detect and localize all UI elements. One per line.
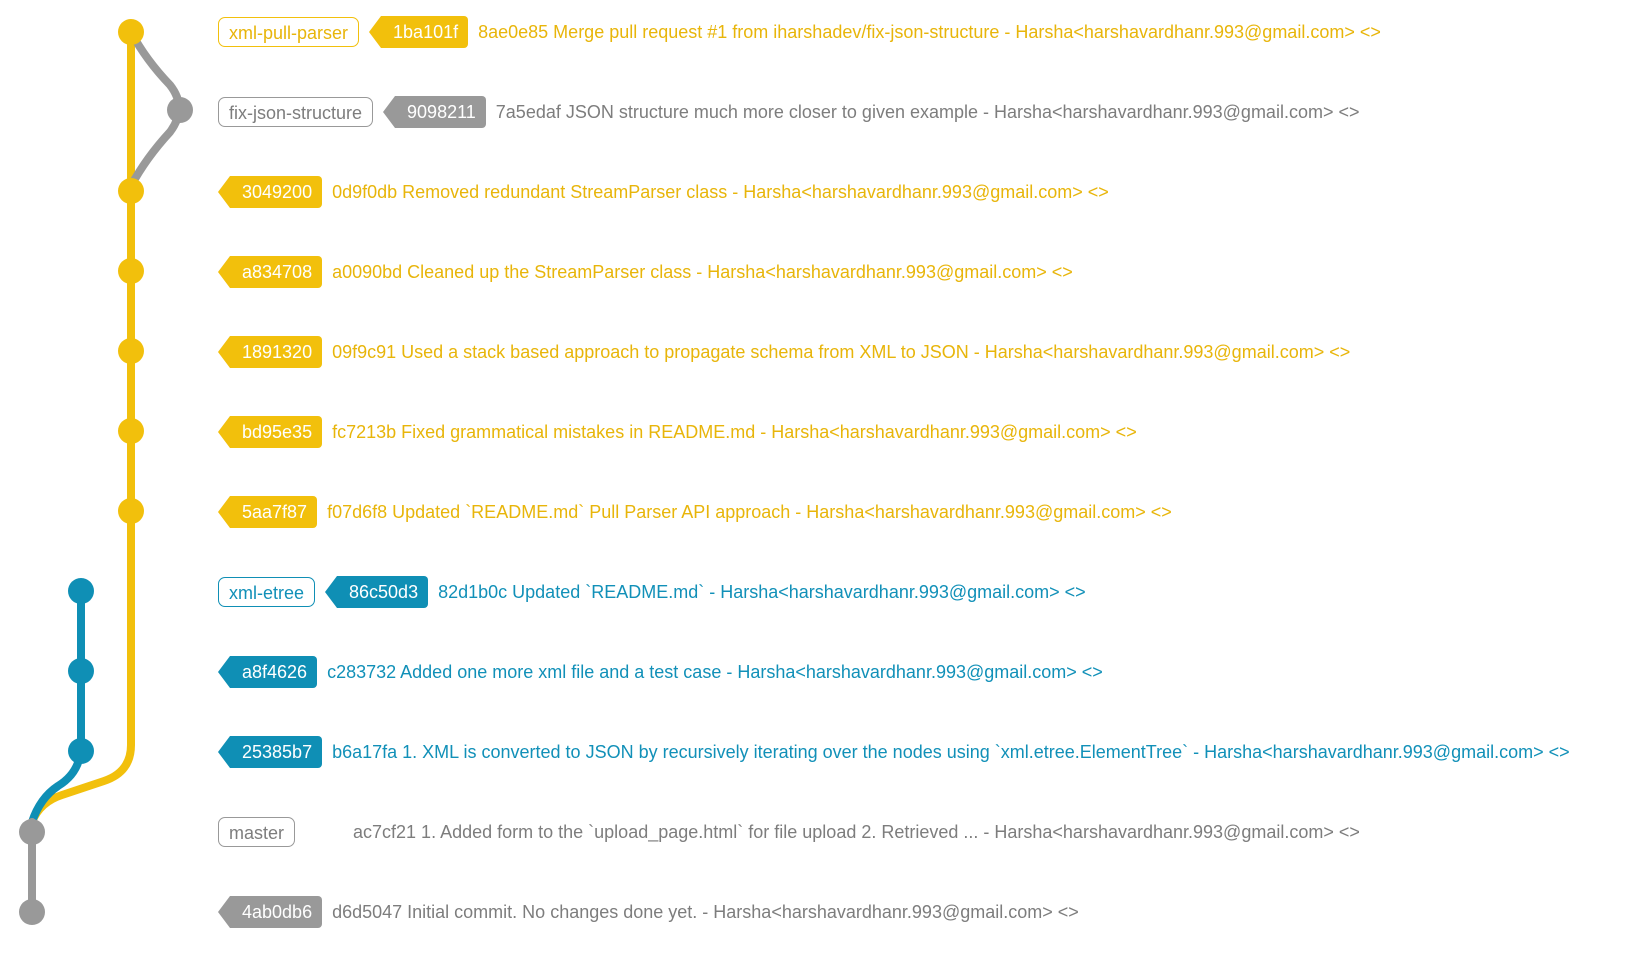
commit-node[interactable] — [118, 418, 144, 444]
commit-node[interactable] — [68, 738, 94, 764]
commit-hash-tag[interactable]: 5aa7f87 — [217, 496, 318, 528]
branch-line-xml-etree — [28, 584, 85, 826]
commit-message: ac7cf21 1. Added form to the `upload_pag… — [353, 821, 1360, 842]
commit-row[interactable]: 4ab0db6 d6d5047 Initial commit. No change… — [217, 895, 1079, 929]
commit-row[interactable]: xml-etree 86c50d3 82d1b0c Updated `README.… — [218, 575, 1086, 609]
branch-label[interactable]: xml-pull-parser — [218, 17, 360, 47]
commit-message: 82d1b0c Updated `README.md` - Harsha<har… — [438, 581, 1086, 602]
commit-message: 8ae0e85 Merge pull request #1 from ihars… — [478, 21, 1381, 42]
commit-hash-tag[interactable]: a834708 — [217, 256, 323, 288]
commit-row[interactable]: 1891320 09f9c91 Used a stack based approa… — [217, 335, 1351, 369]
commit-node[interactable] — [167, 97, 193, 123]
branch-label[interactable]: master — [218, 817, 296, 847]
commit-row[interactable]: a8f4626 c283732 Added one more xml file a… — [217, 655, 1103, 689]
commit-node[interactable] — [118, 258, 144, 284]
commit-message: d6d5047 Initial commit. No changes done … — [332, 901, 1079, 922]
commit-hash-tag[interactable]: 25385b7 — [217, 736, 323, 768]
commit-message: b6a17fa 1. XML is converted to JSON by r… — [332, 741, 1570, 762]
commit-message: 09f9c91 Used a stack based approach to p… — [332, 341, 1351, 362]
commit-hash-tag[interactable]: bd95e35 — [217, 416, 323, 448]
commit-row[interactable]: 25385b7 b6a17fa 1. XML is converted to JS… — [217, 735, 1570, 769]
commit-graph — [19, 19, 193, 925]
commit-row[interactable]: bd95e35 fc7213b Fixed grammatical mistake… — [217, 415, 1137, 449]
commit-node[interactable] — [68, 658, 94, 684]
commit-hash-tag[interactable]: a8f4626 — [217, 656, 318, 688]
commit-row[interactable]: a834708 a0090bd Cleaned up the StreamPars… — [217, 255, 1073, 289]
commit-node[interactable] — [19, 899, 45, 925]
commit-node[interactable] — [118, 338, 144, 364]
commit-message: fc7213b Fixed grammatical mistakes in RE… — [332, 421, 1137, 442]
commit-hash-tag[interactable]: 1891320 — [217, 336, 323, 368]
commit-node[interactable] — [118, 178, 144, 204]
commit-row[interactable]: fix-json-structure 9098211 7a5edaf JSON st… — [218, 95, 1359, 129]
commit-row[interactable]: 3049200 0d9f0db Removed redundant StreamP… — [217, 175, 1109, 209]
commit-message: c283732 Added one more xml file and a te… — [327, 661, 1103, 682]
commit-message: f07d6f8 Updated `README.md` Pull Parser … — [327, 501, 1172, 522]
commit-hash-tag[interactable]: 86c50d3 — [325, 576, 429, 608]
commit-message: a0090bd Cleaned up the StreamParser clas… — [332, 261, 1073, 282]
commit-node[interactable] — [19, 819, 45, 845]
branch-label[interactable]: fix-json-structure — [218, 97, 374, 127]
commit-hash-tag[interactable]: 9098211 — [383, 96, 486, 128]
commit-row[interactable]: xml-pull-parser 1ba101f 8ae0e85 Merge pull… — [218, 15, 1381, 49]
commit-hash-tag[interactable]: 1ba101f — [369, 16, 469, 48]
commit-row[interactable]: 5aa7f87 f07d6f8 Updated `README.md` Pull … — [217, 495, 1172, 529]
commit-row[interactable]: master ac7cf21 1. Added form to the `uplo… — [218, 815, 1360, 849]
commit-hash-tag[interactable]: 4ab0db6 — [217, 896, 323, 928]
commit-hash-tag[interactable]: 3049200 — [217, 176, 323, 208]
commit-node[interactable] — [68, 578, 94, 604]
commit-node[interactable] — [118, 19, 144, 45]
commit-message: 7a5edaf JSON structure much more closer … — [495, 101, 1360, 122]
branch-label[interactable]: xml-etree — [218, 577, 316, 607]
commit-message: 0d9f0db Removed redundant StreamParser c… — [332, 181, 1109, 202]
commit-node[interactable] — [118, 498, 144, 524]
